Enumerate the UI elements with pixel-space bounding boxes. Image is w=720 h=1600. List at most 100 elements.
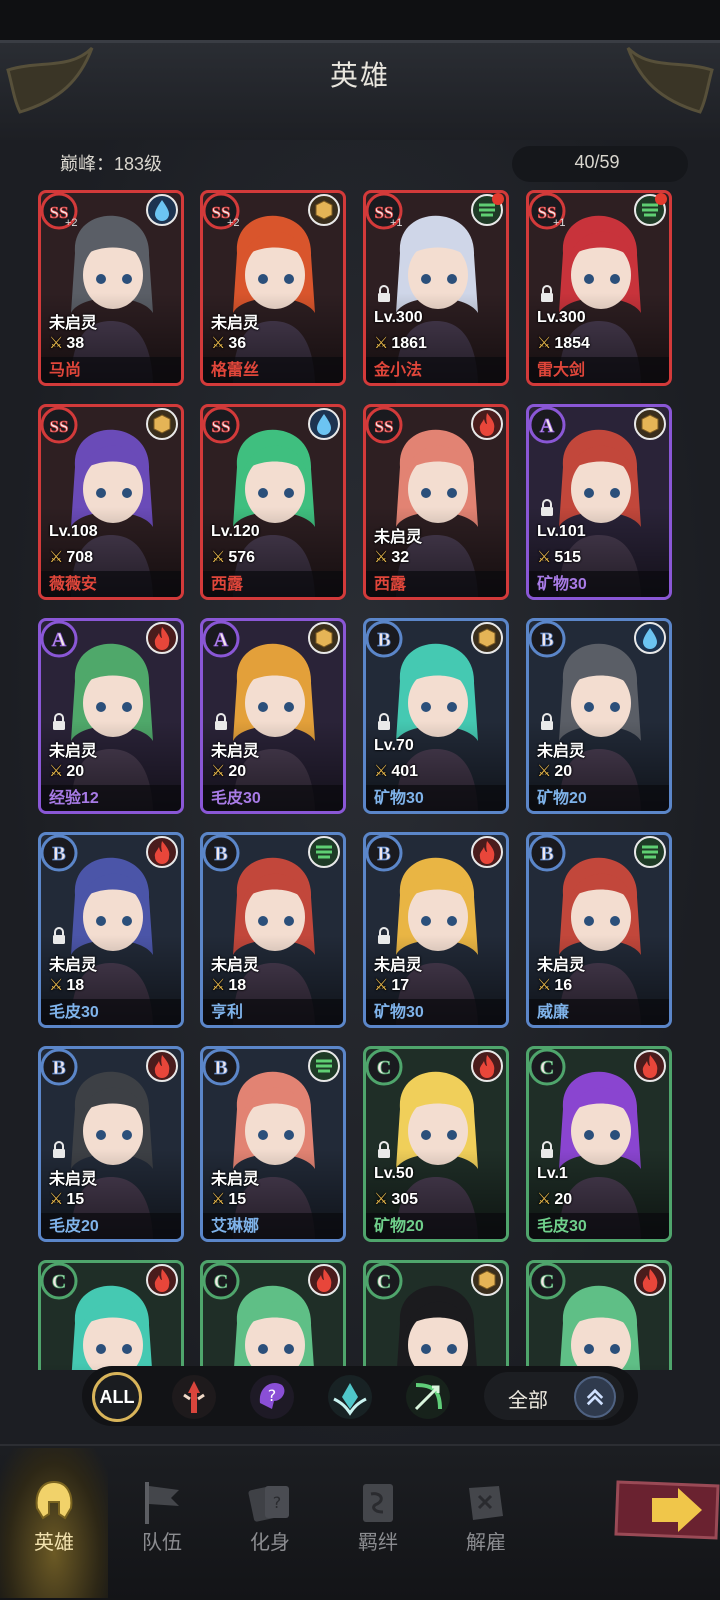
fire-element-icon <box>146 622 178 654</box>
hero-card[interactable]: B Lv.70 ⚔ 401 矿物30 <box>363 618 509 814</box>
rank-label: B <box>377 629 390 651</box>
hero-card[interactable]: A Lv.101 ⚔ 515 矿物30 <box>526 404 672 600</box>
hero-name: 金小法 <box>374 362 423 379</box>
power-value: 20 <box>554 763 573 780</box>
crossed-swords-icon: ⚔ <box>537 549 552 566</box>
sort-label: 全部 <box>508 1390 548 1412</box>
hero-name: 艾琳娜 <box>211 1218 260 1235</box>
class-support-filter-icon[interactable] <box>326 1373 374 1421</box>
hero-card[interactable]: C <box>38 1260 184 1370</box>
next-arrow-icon[interactable] <box>612 1476 720 1544</box>
hero-card[interactable]: C Lv.50 ⚔ 305 矿物20 <box>363 1046 509 1242</box>
power-value: 16 <box>554 977 573 994</box>
class-archer-filter-icon[interactable] <box>404 1373 452 1421</box>
hero-power: ⚔ 32 <box>374 547 409 567</box>
power-value: 20 <box>554 1191 573 1208</box>
power-value: 708 <box>66 549 94 566</box>
crossed-swords-icon: ⚔ <box>49 977 64 994</box>
lock-icon <box>541 713 553 730</box>
rank-badge-icon: B <box>366 621 403 658</box>
chevron-up-icon[interactable] <box>574 1376 616 1418</box>
hero-level: Lv.101 <box>537 523 586 540</box>
hero-level: Lv.120 <box>211 523 260 540</box>
hero-power: ⚔ 18 <box>211 975 246 995</box>
water-element-icon <box>308 408 340 440</box>
rank-label: SS <box>50 417 69 436</box>
earth-element-icon <box>634 408 666 440</box>
power-value: 18 <box>66 977 85 994</box>
rank-label: B <box>540 629 553 651</box>
hero-card[interactable]: SS +2 未启灵 ⚔ 38 马尚 <box>38 190 184 386</box>
hero-name: 矿物30 <box>537 576 587 593</box>
hero-name: 威廉 <box>537 1004 570 1021</box>
hero-card[interactable]: SS Lv.120 ⚔ 576 西露 <box>200 404 346 600</box>
power-value: 1861 <box>391 335 427 352</box>
fire-element-icon <box>634 1264 666 1296</box>
hero-power: ⚔ 36 <box>211 333 246 353</box>
hero-card[interactable]: SS +2 未启灵 ⚔ 36 格蕾丝 <box>200 190 346 386</box>
notification-dot <box>655 193 667 205</box>
rank-label: C <box>52 1271 66 1293</box>
nav-label-team: 队伍 <box>142 1532 182 1554</box>
hero-power: ⚔ 708 <box>49 547 93 567</box>
hero-name: 经验12 <box>49 790 99 807</box>
hero-card[interactable]: B 未启灵 ⚔ 16 威廉 <box>526 832 672 1028</box>
filter-all-button[interactable]: ALL <box>92 1372 142 1422</box>
hero-level: 未启灵 <box>537 743 586 760</box>
helmet-icon <box>35 1480 73 1520</box>
hero-name: 毛皮30 <box>211 790 261 807</box>
class-warrior-filter-icon[interactable] <box>170 1373 218 1421</box>
rank-label: A <box>52 629 67 651</box>
hero-level: Lv.50 <box>374 1165 414 1182</box>
hero-card[interactable]: B 未启灵 ⚔ 15 艾琳娜 <box>200 1046 346 1242</box>
hero-power: ⚔ 1854 <box>537 333 590 353</box>
crossed-swords-icon: ⚔ <box>537 977 552 994</box>
hero-card[interactable]: A 未启灵 ⚔ 20 经验12 <box>38 618 184 814</box>
hero-card[interactable]: B 未启灵 ⚔ 18 亨利 <box>200 832 346 1028</box>
hero-card[interactable]: SS Lv.108 ⚔ 708 薇薇安 <box>38 404 184 600</box>
hero-card[interactable]: B 未启灵 ⚔ 15 毛皮20 <box>38 1046 184 1242</box>
lock-icon <box>378 285 390 302</box>
hero-level: Lv.300 <box>374 309 423 326</box>
lock-icon <box>541 499 553 516</box>
class-mage-filter-icon[interactable]: ? <box>248 1373 296 1421</box>
lock-icon <box>541 1141 553 1158</box>
fire-element-icon <box>634 1050 666 1082</box>
hero-name: 亨利 <box>211 1004 244 1021</box>
hero-power: ⚔ 20 <box>49 761 84 781</box>
hero-card[interactable]: SS +1 Lv.300 ⚔ 1854 雷大剑 <box>526 190 672 386</box>
star-plus: +1 <box>553 217 566 229</box>
hero-card[interactable]: B 未启灵 ⚔ 18 毛皮30 <box>38 832 184 1028</box>
rank-badge-icon: C <box>366 1049 403 1086</box>
hero-card[interactable]: C <box>200 1260 346 1370</box>
hero-power: ⚔ 305 <box>374 1189 418 1209</box>
hero-power: ⚔ 515 <box>537 547 581 567</box>
crossed-swords-icon: ⚔ <box>537 335 552 352</box>
crossed-swords-icon: ⚔ <box>49 763 64 780</box>
power-value: 515 <box>554 549 582 566</box>
power-value: 18 <box>228 977 247 994</box>
rank-label: SS <box>375 417 394 436</box>
hero-card[interactable]: SS +1 Lv.300 ⚔ 1861 金小法 <box>363 190 509 386</box>
power-value: 401 <box>391 763 419 780</box>
lock-icon <box>378 713 390 730</box>
star-plus: +2 <box>65 217 78 229</box>
hero-card[interactable]: C <box>526 1260 672 1370</box>
hero-card[interactable]: B 未启灵 ⚔ 20 矿物20 <box>526 618 672 814</box>
hero-card[interactable]: C <box>363 1260 509 1370</box>
crossed-swords-icon: ⚔ <box>374 977 389 994</box>
rank-label: B <box>377 843 390 865</box>
rank-badge-icon: C <box>41 1263 78 1300</box>
hero-level: 未启灵 <box>211 1171 260 1188</box>
hero-card[interactable]: SS 未启灵 ⚔ 32 西露 <box>363 404 509 600</box>
rank-badge-icon: B <box>203 835 240 872</box>
hero-name: 毛皮30 <box>537 1218 587 1235</box>
hero-card[interactable]: A 未启灵 ⚔ 20 毛皮30 <box>200 618 346 814</box>
rank-badge-icon: SS <box>203 407 240 444</box>
rank-label: A <box>540 415 555 437</box>
rank-label: B <box>540 843 553 865</box>
hero-card[interactable]: C Lv.1 ⚔ 20 毛皮30 <box>526 1046 672 1242</box>
crossed-swords-icon: ⚔ <box>211 1191 226 1208</box>
hero-card[interactable]: B 未启灵 ⚔ 17 矿物30 <box>363 832 509 1028</box>
hero-level: 未启灵 <box>537 957 586 974</box>
